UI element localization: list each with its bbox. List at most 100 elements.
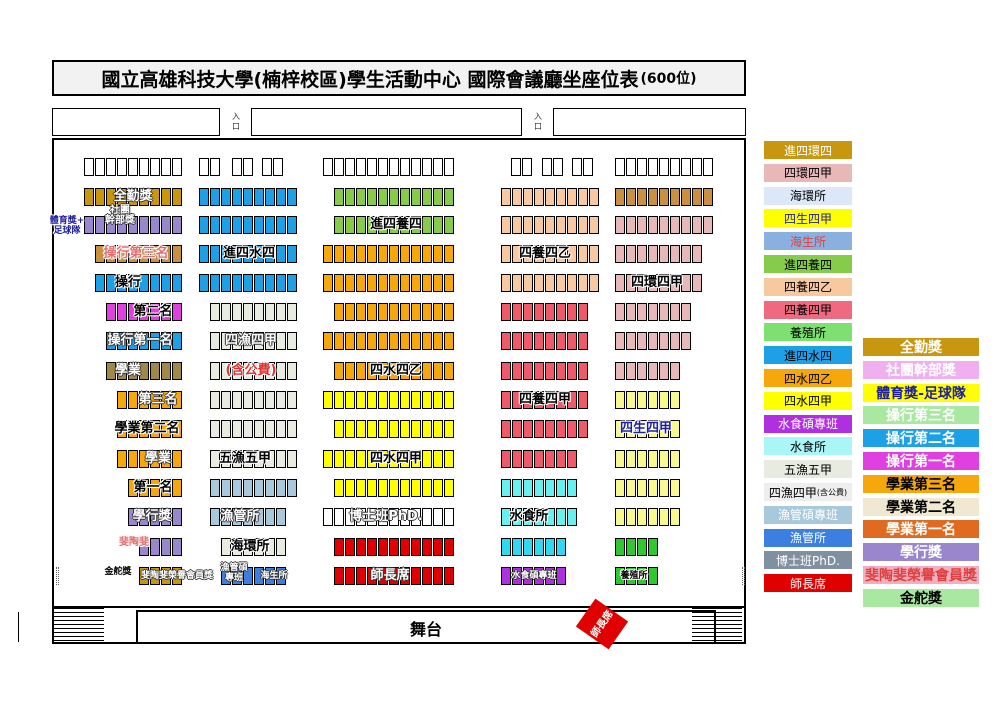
- seat[interactable]: [615, 538, 625, 556]
- seat[interactable]: [221, 479, 231, 497]
- seat[interactable]: [637, 508, 647, 526]
- seat[interactable]: [523, 332, 533, 350]
- seat[interactable]: [422, 420, 432, 438]
- seat[interactable]: [367, 303, 377, 321]
- seat[interactable]: [578, 391, 588, 409]
- seat[interactable]: [243, 303, 253, 321]
- seat[interactable]: [367, 188, 377, 206]
- seat[interactable]: [670, 245, 680, 263]
- seat[interactable]: [583, 158, 593, 176]
- seat[interactable]: [512, 332, 522, 350]
- seat[interactable]: [578, 188, 588, 206]
- seat[interactable]: [334, 274, 344, 292]
- seat[interactable]: [334, 567, 344, 585]
- seat[interactable]: [84, 216, 94, 234]
- seat[interactable]: [422, 362, 432, 380]
- seat[interactable]: [444, 450, 454, 468]
- seat[interactable]: [265, 274, 275, 292]
- seat[interactable]: [433, 245, 443, 263]
- seat[interactable]: [199, 188, 209, 206]
- seat[interactable]: [648, 567, 658, 585]
- seat[interactable]: [276, 479, 286, 497]
- seat[interactable]: [648, 158, 658, 176]
- seat[interactable]: [367, 245, 377, 263]
- seat[interactable]: [367, 391, 377, 409]
- seat[interactable]: [444, 362, 454, 380]
- seat[interactable]: [389, 391, 399, 409]
- seat[interactable]: [161, 538, 171, 556]
- seat[interactable]: [545, 216, 555, 234]
- seat[interactable]: [243, 391, 253, 409]
- seat[interactable]: [400, 420, 410, 438]
- seat[interactable]: [670, 188, 680, 206]
- seat[interactable]: [117, 158, 127, 176]
- seat[interactable]: [512, 450, 522, 468]
- seat[interactable]: [265, 420, 275, 438]
- seat[interactable]: [670, 158, 680, 176]
- seat[interactable]: [626, 332, 636, 350]
- seat[interactable]: [433, 332, 443, 350]
- seat[interactable]: [534, 362, 544, 380]
- seat[interactable]: [501, 303, 511, 321]
- seat[interactable]: [323, 158, 333, 176]
- seat[interactable]: [334, 362, 344, 380]
- seat[interactable]: [444, 391, 454, 409]
- seat[interactable]: [637, 245, 647, 263]
- seat[interactable]: [626, 508, 636, 526]
- seat[interactable]: [378, 332, 388, 350]
- seat[interactable]: [172, 508, 182, 526]
- seat[interactable]: [95, 216, 105, 234]
- seat[interactable]: [150, 538, 160, 556]
- seat[interactable]: [501, 362, 511, 380]
- seat[interactable]: [221, 420, 231, 438]
- seat[interactable]: [422, 538, 432, 556]
- seat[interactable]: [400, 303, 410, 321]
- seat[interactable]: [221, 216, 231, 234]
- seat[interactable]: [411, 567, 421, 585]
- seat[interactable]: [512, 479, 522, 497]
- seat[interactable]: [578, 362, 588, 380]
- seat[interactable]: [556, 567, 566, 585]
- seat[interactable]: [670, 332, 680, 350]
- seat[interactable]: [615, 245, 625, 263]
- seat[interactable]: [615, 479, 625, 497]
- seat[interactable]: [648, 391, 658, 409]
- seat[interactable]: [615, 188, 625, 206]
- seat[interactable]: [356, 538, 366, 556]
- seat[interactable]: [276, 332, 286, 350]
- seat[interactable]: [567, 479, 577, 497]
- seat[interactable]: [512, 303, 522, 321]
- seat[interactable]: [648, 303, 658, 321]
- seat[interactable]: [265, 479, 275, 497]
- seat[interactable]: [567, 332, 577, 350]
- seat[interactable]: [648, 538, 658, 556]
- seat[interactable]: [411, 479, 421, 497]
- seat[interactable]: [356, 362, 366, 380]
- seat[interactable]: [556, 508, 566, 526]
- seat[interactable]: [161, 188, 171, 206]
- seat[interactable]: [572, 158, 582, 176]
- seat[interactable]: [210, 508, 220, 526]
- seat[interactable]: [648, 362, 658, 380]
- seat[interactable]: [210, 188, 220, 206]
- seat[interactable]: [523, 420, 533, 438]
- seat[interactable]: [334, 420, 344, 438]
- seat[interactable]: [556, 216, 566, 234]
- seat[interactable]: [400, 391, 410, 409]
- seat[interactable]: [433, 391, 443, 409]
- seat[interactable]: [356, 567, 366, 585]
- seat[interactable]: [389, 538, 399, 556]
- seat[interactable]: [287, 479, 297, 497]
- seat[interactable]: [692, 274, 702, 292]
- seat[interactable]: [400, 332, 410, 350]
- seat[interactable]: [210, 303, 220, 321]
- seat[interactable]: [534, 538, 544, 556]
- seat[interactable]: [345, 538, 355, 556]
- seat[interactable]: [411, 303, 421, 321]
- seat[interactable]: [378, 420, 388, 438]
- seat[interactable]: [626, 479, 636, 497]
- seat[interactable]: [84, 158, 94, 176]
- seat[interactable]: [567, 420, 577, 438]
- seat[interactable]: [512, 274, 522, 292]
- seat[interactable]: [422, 274, 432, 292]
